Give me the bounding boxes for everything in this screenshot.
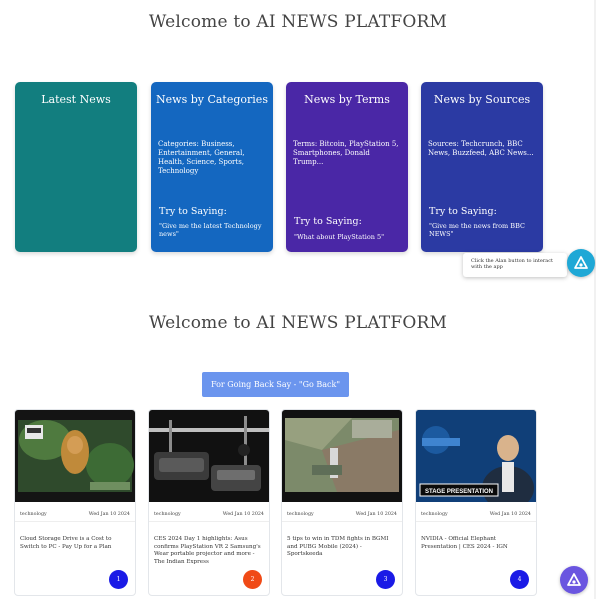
stage-presentation-banner: STAGE PRESENTATION <box>425 489 493 495</box>
article-meta: technology Wed Jan 10 2024 <box>287 512 397 517</box>
article-source: technology <box>421 512 448 517</box>
article-image <box>149 410 269 502</box>
article-number-badge[interactable]: 2 <box>243 570 262 589</box>
alan-hint-bubble: Click the Alan button to interact with t… <box>463 253 567 277</box>
article-image <box>15 410 135 502</box>
card-title: News by Terms <box>304 93 390 106</box>
try-saying-example: "Give me the latest Technology news" <box>159 222 262 238</box>
news-card[interactable]: STAGE PRESENTATION technology Wed Jan 10… <box>415 409 537 596</box>
article-date: Wed Jan 10 2024 <box>222 512 264 517</box>
page-title: Welcome to AI NEWS PLATFORM <box>148 12 448 32</box>
alan-voice-button[interactable] <box>567 249 595 277</box>
article-source: technology <box>287 512 314 517</box>
article-meta: technology Wed Jan 10 2024 <box>421 512 531 517</box>
article-source: technology <box>20 512 47 517</box>
divider <box>149 521 269 522</box>
divider <box>416 521 536 522</box>
try-saying-label: Try to Saying: <box>23 298 91 309</box>
category-card-latest-news[interactable]: Latest News Try to Saying: "Give me the … <box>15 82 137 322</box>
try-saying-label: Try to Saying: <box>159 206 227 217</box>
article-title[interactable]: 5 tips to win in TDM fights in BGMI and … <box>287 536 396 559</box>
article-meta: technology Wed Jan 10 2024 <box>154 512 264 517</box>
try-saying-label: Try to Saying: <box>429 206 497 217</box>
category-card-news-by-categories[interactable]: News by Categories Categories: Business,… <box>151 82 273 252</box>
card-description: Terms: Bitcoin, PlayStation 5, Smartphon… <box>293 140 399 166</box>
news-card[interactable]: technology Wed Jan 10 2024 Cloud Storage… <box>14 409 136 596</box>
article-date: Wed Jan 10 2024 <box>355 512 397 517</box>
try-saying-example: "Give me the news from BBC NEWS" <box>429 222 525 238</box>
try-saying-label: Try to Saying: <box>294 216 362 227</box>
article-title[interactable]: CES 2024 Day 1 highlights: Asus confirms… <box>154 536 263 566</box>
divider <box>15 521 135 522</box>
article-image <box>282 410 402 502</box>
article-date: Wed Jan 10 2024 <box>88 512 130 517</box>
article-source: technology <box>154 512 181 517</box>
alan-floating-button[interactable] <box>560 566 588 594</box>
section-title: Welcome to AI NEWS PLATFORM <box>148 313 448 333</box>
article-number-badge[interactable]: 1 <box>109 570 128 589</box>
category-card-news-by-sources[interactable]: News by Sources Sources: Techcrunch, BBC… <box>421 82 543 252</box>
try-saying-example: "What about PlayStation 5" <box>294 233 385 241</box>
article-title[interactable]: NVIDIA - Official Elephant Presentation … <box>421 536 530 551</box>
go-back-button[interactable]: For Going Back Say - "Go Back" <box>202 372 349 397</box>
article-image: STAGE PRESENTATION <box>416 410 536 502</box>
divider <box>282 521 402 522</box>
card-title: Latest News <box>41 93 111 106</box>
article-title[interactable]: Cloud Storage Drive is a Cost to Switch … <box>20 536 129 551</box>
alan-logo-icon <box>567 573 581 586</box>
category-card-news-by-terms[interactable]: News by Terms Terms: Bitcoin, PlayStatio… <box>286 82 408 252</box>
card-title: News by Categories <box>156 93 268 106</box>
article-date: Wed Jan 10 2024 <box>489 512 531 517</box>
news-card[interactable]: technology Wed Jan 10 2024 5 tips to win… <box>281 409 403 596</box>
article-meta: technology Wed Jan 10 2024 <box>20 512 130 517</box>
news-card[interactable]: technology Wed Jan 10 2024 CES 2024 Day … <box>148 409 270 596</box>
card-description: Sources: Techcrunch, BBC News, Buzzfeed,… <box>428 140 534 157</box>
alan-voice-icon <box>574 256 588 269</box>
card-description: Categories: Business, Entertainment, Gen… <box>158 140 245 175</box>
article-number-badge[interactable]: 4 <box>510 570 529 589</box>
card-title: News by Sources <box>433 93 531 106</box>
article-number-badge[interactable]: 3 <box>376 570 395 589</box>
